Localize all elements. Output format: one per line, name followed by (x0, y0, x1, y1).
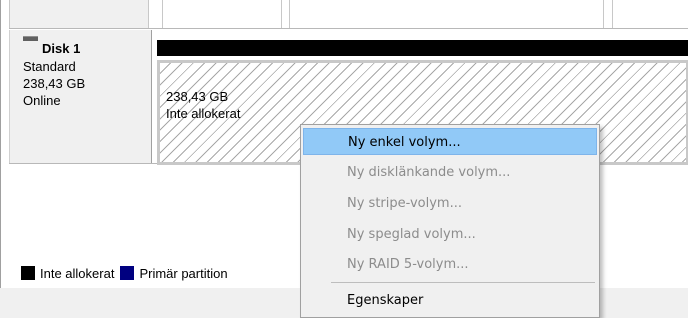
disk-status: Online (23, 93, 61, 108)
partition-label: Inte allokerat (166, 106, 241, 121)
menu-item-new-striped-volume: Ny stripe-volym... (347, 196, 462, 211)
disk-info-panel[interactable]: Disk 1 Standard 238,43 GB Online (9, 30, 152, 163)
disk-title: Disk 1 (42, 41, 81, 56)
menu-item-new-simple-volume[interactable]: Ny enkel volym... (303, 128, 597, 155)
previous-disk-info (9, 0, 149, 28)
partition-header-bar (157, 40, 688, 56)
menu-separator (331, 282, 595, 283)
disk-icon (23, 36, 38, 41)
context-menu: Ny enkel volym... Ny disklänkande volym.… (300, 124, 600, 318)
menu-item-new-raid5-volume: Ny RAID 5-volym... (347, 257, 469, 272)
legend-swatch-primary (120, 266, 135, 280)
previous-partition-3[interactable] (612, 0, 688, 28)
legend-swatch-unallocated (21, 266, 35, 280)
menu-item-properties[interactable]: Egenskaper (303, 287, 597, 314)
legend: Inte allokerat Primär partition (9, 262, 289, 284)
menu-item-new-mirrored-volume: Ny speglad volym... (347, 227, 476, 242)
disk-size: 238,43 GB (23, 76, 86, 91)
menu-item-new-spanned-volume: Ny disklänkande volym... (347, 165, 511, 180)
previous-partition-1[interactable] (162, 0, 282, 28)
disk-kind: Standard (23, 59, 76, 74)
legend-label-primary: Primär partition (139, 265, 228, 281)
legend-label-unallocated: Inte allokerat (40, 265, 115, 281)
previous-disk-row (9, 0, 688, 29)
previous-partition-2[interactable] (289, 0, 604, 28)
partition-size: 238,43 GB (166, 89, 229, 104)
